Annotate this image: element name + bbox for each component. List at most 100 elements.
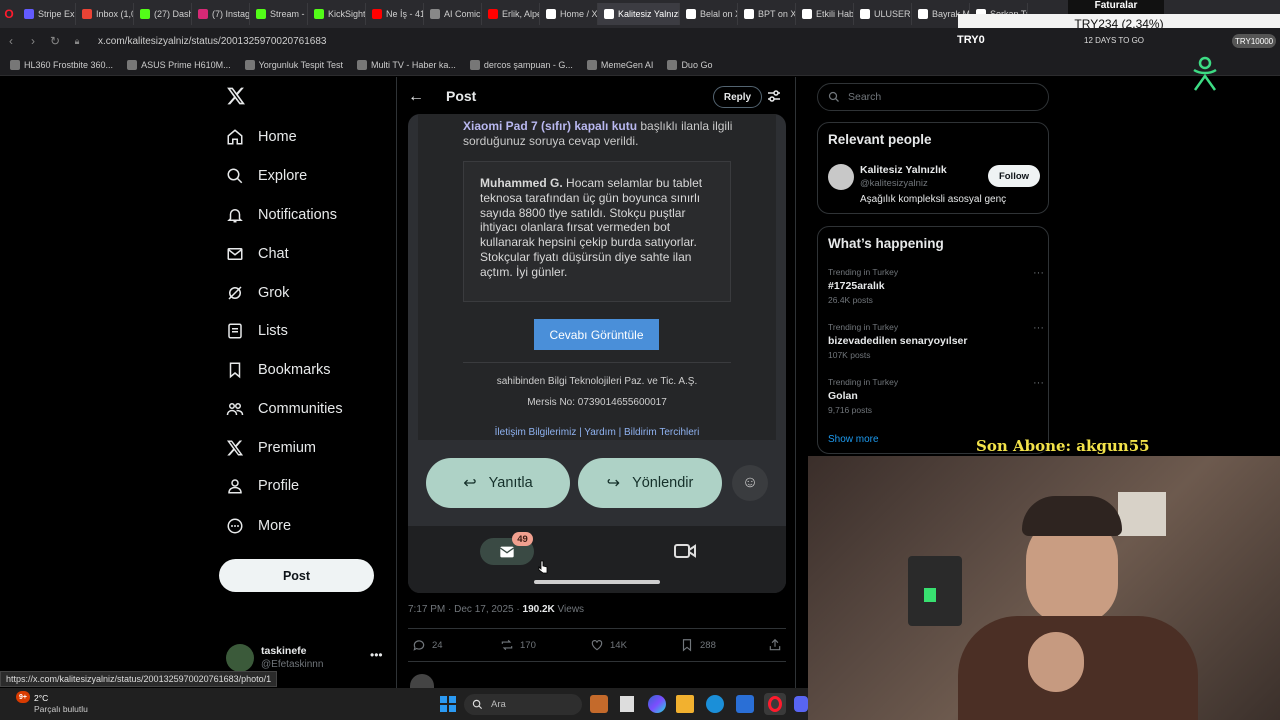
view-reply-button[interactable]: Cevabı Görüntüle (534, 319, 659, 350)
bookmark-item[interactable]: Yorgunluk Tespit Test (244, 59, 343, 70)
bookmark-favicon-icon (127, 59, 138, 70)
nav-chat[interactable]: Chat (226, 245, 289, 263)
show-more-link[interactable]: Show more (828, 434, 879, 445)
url-field[interactable]: x.com/kalitesizyalniz/status/20013259700… (98, 36, 327, 47)
tab-label: Ne İş - 417 (386, 9, 423, 19)
browser-tab[interactable]: Kalitesiz Yalnızlık o (598, 3, 680, 25)
x-logo-icon[interactable] (226, 86, 246, 106)
file-icon[interactable] (620, 696, 634, 712)
tab-favicon-icon (860, 9, 870, 19)
taskbar-search[interactable]: Ara (464, 694, 582, 715)
browser-tab[interactable]: Inbox (1,07 (76, 3, 134, 25)
browser-tab[interactable]: AI Comic F (424, 3, 482, 25)
nav-label-communities: Communities (258, 401, 343, 417)
opera-icon[interactable] (764, 693, 786, 715)
sliders-icon[interactable] (767, 89, 781, 103)
folder-icon[interactable] (676, 695, 694, 713)
weather-desc[interactable]: Parçalı bulutlu (34, 704, 88, 714)
browser-tab[interactable]: ULUSER o (854, 3, 912, 25)
browser-tab[interactable]: Home / X (540, 3, 598, 25)
browser-tab[interactable]: Stream - K (250, 3, 308, 25)
nav-grok[interactable]: Grok (226, 284, 289, 302)
app-icon[interactable] (590, 695, 608, 713)
nav-notifications[interactable]: Notifications (226, 206, 337, 224)
trend-count: 9,716 posts (828, 405, 872, 415)
emoji-button[interactable]: ☺ (732, 465, 768, 501)
post-button[interactable]: Post (219, 559, 374, 592)
account-name: taskinefe (261, 645, 307, 657)
more-icon[interactable]: ··· (1033, 377, 1044, 389)
trend-count: 26.4K posts (828, 295, 873, 305)
reply-button[interactable]: Reply (713, 86, 762, 108)
more-icon[interactable]: ··· (1033, 322, 1044, 334)
bookmark-item[interactable]: HL360 Frostbite 360... (10, 59, 113, 70)
store-icon[interactable] (736, 695, 754, 713)
copilot-icon[interactable] (648, 695, 666, 713)
person-name[interactable]: Kalitesiz Yalnızlık (860, 164, 947, 176)
person-hair (1022, 496, 1122, 536)
email-subject: Xiaomi Pad 7 (sıfır) kapalı kutu başlıkl… (463, 119, 743, 149)
windows-start-icon[interactable] (440, 696, 456, 712)
nav-bookmarks[interactable]: Bookmarks (226, 361, 331, 379)
more-icon[interactable]: ··· (1033, 267, 1044, 279)
browser-tab[interactable]: (27) Dashb (134, 3, 192, 25)
edge-icon[interactable] (706, 695, 724, 713)
forward-arrow-icon: ↪ (606, 475, 621, 492)
browser-tab[interactable]: Ne İş - 417 (366, 3, 424, 25)
browser-tab[interactable]: Stripe Expr (18, 3, 76, 25)
browser-tab[interactable]: Erlik, Alpe (482, 3, 540, 25)
repost-stat[interactable]: 170 (500, 638, 536, 652)
nav-label-bookmarks: Bookmarks (258, 362, 331, 378)
browser-tab[interactable]: (7) Instagr (192, 3, 250, 25)
post-image[interactable]: Xiaomi Pad 7 (sıfır) kapalı kutu başlıkl… (408, 114, 786, 593)
nav-profile[interactable]: Profile (226, 477, 299, 495)
opera-logo-icon[interactable]: O (0, 3, 18, 25)
nav-premium[interactable]: Premium (226, 439, 316, 457)
nav-explore[interactable]: Explore (226, 167, 307, 185)
reply-pill-button[interactable]: ↩ Yanıtla (426, 458, 570, 508)
tab-favicon-icon (140, 9, 150, 19)
reply-stat[interactable]: 24 (412, 638, 443, 652)
browser-tab[interactable]: Belal on X (680, 3, 738, 25)
browser-tab[interactable]: KickSight (308, 3, 366, 25)
browser-tab[interactable]: Etkili Habe (796, 3, 854, 25)
trend-item[interactable]: Trending in Turkey #1725aralık 26.4K pos… (828, 267, 1044, 305)
back-icon[interactable]: ‹ (0, 34, 22, 48)
bookmark-item[interactable]: Multi TV - Haber ka... (357, 59, 456, 70)
tab-label: Kalitesiz Yalnızlık o (618, 9, 679, 19)
discord-icon[interactable] (794, 696, 808, 712)
search-bar[interactable]: Search (817, 83, 1049, 111)
taskbar-search-label: Ara (491, 699, 506, 710)
follow-button[interactable]: Follow (988, 165, 1040, 187)
bookmark-item[interactable]: MemeGen AI (586, 59, 653, 70)
forward-pill-button[interactable]: ↪ Yönlendir (578, 458, 722, 508)
video-icon[interactable] (674, 543, 696, 564)
subject-link[interactable]: Xiaomi Pad 7 (sıfır) kapalı kutu (463, 119, 637, 133)
person-avatar[interactable] (828, 164, 854, 190)
trend-item[interactable]: Trending in Turkey bizevadedilen senaryo… (828, 322, 1044, 360)
reply-count: 24 (432, 639, 443, 651)
whats-happening-box: What’s happening Trending in Turkey #172… (817, 226, 1049, 454)
nav-communities[interactable]: Communities (226, 400, 343, 418)
forward-icon[interactable]: › (22, 34, 44, 48)
bookmark-item[interactable]: ASUS Prime H610M... (127, 59, 231, 70)
share-stat[interactable] (768, 638, 782, 652)
nav-home[interactable]: Home (226, 128, 297, 146)
faturalar-label: Faturalar (1068, 0, 1164, 14)
account-more-icon[interactable]: ••• (370, 648, 383, 662)
trend-item[interactable]: Trending in Turkey Golan 9,716 posts ··· (828, 377, 1044, 415)
reload-icon[interactable]: ↻ (44, 34, 66, 48)
nav-label-profile: Profile (258, 478, 300, 494)
trend-category: Trending in Turkey (828, 267, 899, 277)
bookmark-item[interactable]: dercos şampuan - G... (469, 59, 573, 70)
tab-label: Erlik, Alpe (502, 9, 540, 19)
bookmark-stat[interactable]: 288 (680, 638, 716, 652)
like-stat[interactable]: 14K (590, 638, 627, 652)
nav-lists[interactable]: Lists (226, 322, 288, 340)
bookmark-item[interactable]: Duo Go (667, 59, 712, 70)
account-avatar[interactable] (226, 644, 254, 672)
browser-tab[interactable]: BPT on X (738, 3, 796, 25)
back-arrow-icon[interactable]: ← (408, 88, 424, 106)
footer-links[interactable]: İletişim Bilgilerimiz | Yardım | Bildiri… (463, 427, 731, 438)
nav-more[interactable]: More (226, 517, 291, 535)
